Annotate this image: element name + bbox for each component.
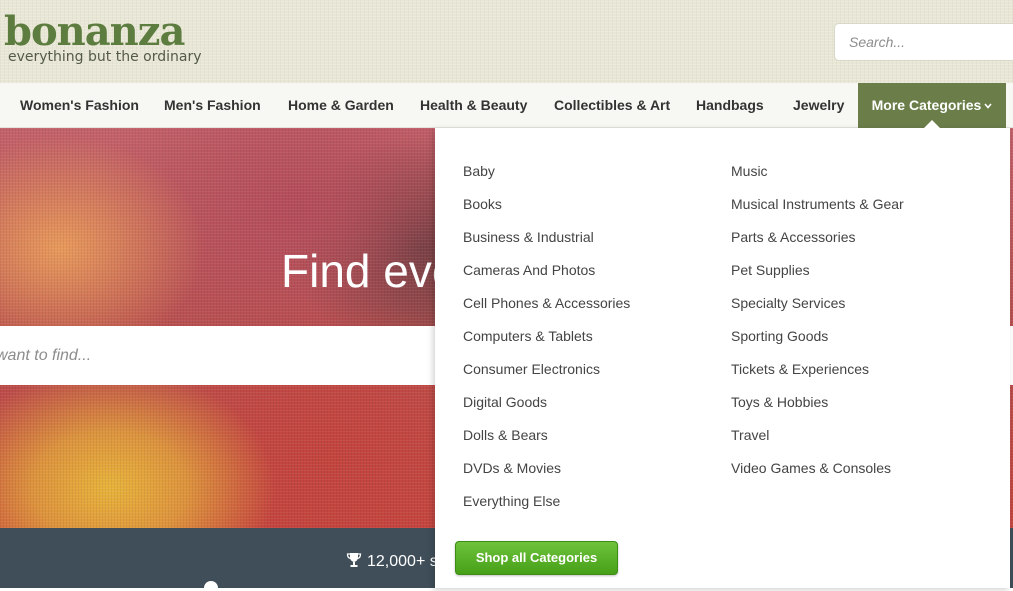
category-link-tickets-experiences[interactable]: Tickets & Experiences <box>731 361 904 394</box>
category-link-pet-supplies[interactable]: Pet Supplies <box>731 262 904 295</box>
category-link-toys-hobbies[interactable]: Toys & Hobbies <box>731 394 904 427</box>
category-link-musical-instruments[interactable]: Musical Instruments & Gear <box>731 196 904 229</box>
hero-search-input[interactable] <box>0 326 430 385</box>
site-header: bonanza everything but the ordinary <box>0 0 1013 83</box>
more-categories-label: More Categories <box>871 97 982 113</box>
category-link-baby[interactable]: Baby <box>463 163 630 196</box>
header-search-box <box>834 23 1013 61</box>
category-link-travel[interactable]: Travel <box>731 427 904 460</box>
category-link-business-industrial[interactable]: Business & Industrial <box>463 229 630 262</box>
tagline: everything but the ordinary <box>8 49 202 65</box>
nav-item-womens-fashion[interactable]: Women's Fashion <box>20 83 139 128</box>
shop-all-categories-button[interactable]: Shop all Categories <box>455 541 618 575</box>
nav-item-home-garden[interactable]: Home & Garden <box>288 83 394 128</box>
hero-title: Find eve <box>281 245 458 297</box>
stat-text: 12,000+ s <box>367 553 438 570</box>
category-link-books[interactable]: Books <box>463 196 630 229</box>
stat-seller-count: 12,000+ s <box>346 552 438 571</box>
category-nav: Women's Fashion Men's Fashion Home & Gar… <box>0 83 1013 128</box>
header-search-input[interactable] <box>849 24 1009 60</box>
category-column-2: Music Musical Instruments & Gear Parts &… <box>731 163 904 493</box>
category-link-computers-tablets[interactable]: Computers & Tablets <box>463 328 630 361</box>
category-link-cameras-photos[interactable]: Cameras And Photos <box>463 262 630 295</box>
category-link-music[interactable]: Music <box>731 163 904 196</box>
trophy-icon <box>346 553 367 570</box>
nav-item-jewelry[interactable]: Jewelry <box>793 83 844 128</box>
category-link-specialty-services[interactable]: Specialty Services <box>731 295 904 328</box>
category-link-cell-phones[interactable]: Cell Phones & Accessories <box>463 295 630 328</box>
nav-item-mens-fashion[interactable]: Men's Fashion <box>164 83 261 128</box>
nav-item-collectibles-art[interactable]: Collectibles & Art <box>554 83 670 128</box>
category-link-everything-else[interactable]: Everything Else <box>463 493 630 526</box>
category-column-1: Baby Books Business & Industrial Cameras… <box>463 163 630 526</box>
partial-icon <box>204 581 218 591</box>
dropdown-pointer <box>924 120 940 128</box>
category-link-sporting-goods[interactable]: Sporting Goods <box>731 328 904 361</box>
category-link-video-games[interactable]: Video Games & Consoles <box>731 460 904 493</box>
category-link-digital-goods[interactable]: Digital Goods <box>463 394 630 427</box>
category-link-dvds-movies[interactable]: DVDs & Movies <box>463 460 630 493</box>
category-link-parts-accessories[interactable]: Parts & Accessories <box>731 229 904 262</box>
chevron-down-icon <box>984 85 992 129</box>
nav-item-handbags[interactable]: Handbags <box>696 83 764 128</box>
nav-item-health-beauty[interactable]: Health & Beauty <box>420 83 527 128</box>
category-link-consumer-electronics[interactable]: Consumer Electronics <box>463 361 630 394</box>
more-categories-dropdown: Baby Books Business & Industrial Cameras… <box>435 128 1010 588</box>
category-link-dolls-bears[interactable]: Dolls & Bears <box>463 427 630 460</box>
